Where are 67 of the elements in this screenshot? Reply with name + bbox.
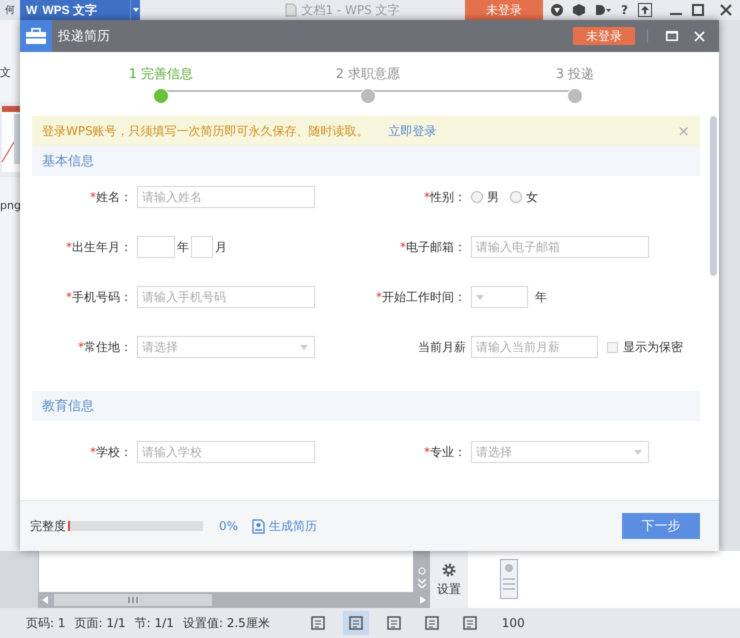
unit-label: 年 bbox=[535, 288, 547, 306]
radio-option[interactable]: 男 bbox=[471, 188, 499, 206]
field-label: *学校： bbox=[89, 444, 132, 460]
field-label: *专业： bbox=[423, 444, 466, 460]
maximize-icon[interactable] bbox=[692, 4, 704, 16]
field-label: *出生年月： bbox=[65, 238, 132, 256]
field-label: *常住地： bbox=[77, 338, 132, 356]
gear-icon bbox=[441, 562, 457, 578]
settings-button[interactable]: 设置 bbox=[430, 551, 468, 608]
upload-icon[interactable] bbox=[638, 3, 652, 17]
help-icon[interactable]: ? bbox=[621, 3, 628, 17]
status-text: 页码: 1 bbox=[26, 614, 66, 632]
document-icon bbox=[285, 3, 298, 17]
section-header: 基本信息 bbox=[32, 146, 700, 176]
field-label: *姓名： bbox=[89, 188, 132, 206]
step-tab[interactable]: 1 完善信息 bbox=[111, 65, 211, 104]
step-tab[interactable]: 2 求职意愿 bbox=[318, 65, 418, 104]
generate-resume-link[interactable]: 生成简历 bbox=[252, 518, 622, 534]
view-mode-icon[interactable] bbox=[342, 611, 369, 635]
text-input[interactable]: 请输入手机号码 bbox=[137, 286, 315, 308]
cut-text: 何 bbox=[0, 0, 20, 20]
caret-icon[interactable] bbox=[130, 0, 140, 20]
select-field[interactable]: 请选择 bbox=[471, 441, 649, 463]
field-label: *手机号码： bbox=[65, 288, 132, 306]
status-text: 节: 1/1 bbox=[134, 614, 174, 632]
unit-label: 年 bbox=[177, 238, 189, 256]
file-name: png bbox=[0, 199, 20, 212]
login-link[interactable]: 立即登录 bbox=[388, 122, 658, 140]
status-text: 设置值: 2.5厘米 bbox=[182, 614, 270, 632]
number-input[interactable] bbox=[191, 236, 213, 258]
app-menu-button[interactable]: W WPS 文字 bbox=[20, 0, 130, 20]
field-label: 当前月薪 bbox=[417, 338, 466, 356]
field-label: *性别： bbox=[423, 188, 466, 206]
number-input[interactable] bbox=[137, 236, 175, 258]
notice-text: 登录WPS账号，只须填写一次简历即可永久保存、随时读取。 bbox=[42, 122, 369, 140]
zoom-level: 100 bbox=[502, 616, 525, 630]
unit-label: 月 bbox=[215, 238, 227, 256]
checkbox[interactable]: 显示为保密 bbox=[607, 338, 683, 356]
login-button[interactable]: 未登录 bbox=[573, 27, 635, 45]
cut-text: 文 bbox=[0, 65, 12, 80]
section-header: 教育信息 bbox=[32, 391, 700, 421]
text-input[interactable]: 请输入当前月薪 bbox=[471, 336, 598, 358]
dialog-title: 投递简历 bbox=[58, 28, 111, 45]
scrollbar-thumb[interactable] bbox=[710, 116, 717, 276]
side-panel bbox=[0, 551, 38, 608]
text-input[interactable]: 请输入学校 bbox=[137, 441, 315, 463]
login-button[interactable]: 未登录 bbox=[465, 0, 544, 20]
step-tab[interactable]: 3 投递 bbox=[525, 65, 625, 104]
status-text: 页面: 1/1 bbox=[74, 614, 126, 632]
caret-icon bbox=[476, 294, 484, 300]
field-label: *电子邮箱： bbox=[399, 238, 466, 256]
text-input[interactable]: 请输入电子邮箱 bbox=[471, 236, 649, 258]
select-field[interactable]: 请选择 bbox=[137, 336, 315, 358]
field-label: *开始工作时间： bbox=[375, 288, 466, 306]
caret-icon bbox=[300, 344, 308, 350]
next-button[interactable]: 下一步 bbox=[622, 513, 700, 539]
document-icon bbox=[252, 518, 266, 534]
scrollbar-thumb[interactable] bbox=[54, 594, 212, 606]
close-button[interactable]: × bbox=[677, 122, 690, 140]
text-input[interactable]: 请输入姓名 bbox=[137, 186, 315, 208]
cube-icon[interactable] bbox=[573, 4, 586, 16]
caret-icon bbox=[634, 450, 642, 454]
window-title: 文档1 - WPS 文字 bbox=[301, 2, 400, 18]
percent-text: 0% bbox=[219, 519, 238, 533]
radio-option[interactable]: 女 bbox=[510, 188, 538, 206]
completeness-label: 完整度 bbox=[30, 518, 66, 534]
close-icon[interactable] bbox=[720, 4, 732, 16]
